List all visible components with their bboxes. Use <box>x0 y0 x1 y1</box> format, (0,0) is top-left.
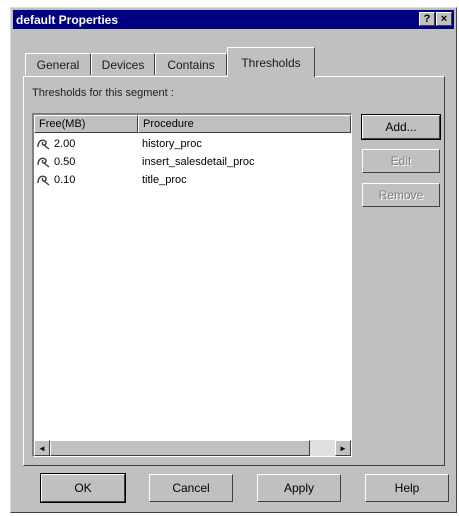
close-icon[interactable]: × <box>436 12 452 26</box>
title-bar: default Properties ? × <box>13 10 454 29</box>
free-value: 2.00 <box>54 138 76 150</box>
scroll-left-icon[interactable]: ◄ <box>34 440 50 456</box>
column-header-procedure[interactable]: Procedure <box>138 115 351 133</box>
tab-thresholds[interactable]: Thresholds <box>227 47 315 77</box>
scrollbar-thumb[interactable] <box>50 440 310 456</box>
thresholds-list[interactable]: Free(MB) Procedure 2.00 history_proc 0.5… <box>32 113 352 457</box>
trigger-icon <box>37 157 50 168</box>
remove-button[interactable]: Remove <box>362 183 440 207</box>
apply-button[interactable]: Apply <box>257 474 341 502</box>
horizontal-scrollbar[interactable]: ◄ ► <box>34 440 351 456</box>
procedure-name: insert_salesdetail_proc <box>142 156 255 168</box>
scrollbar-track[interactable] <box>310 440 335 456</box>
help-button[interactable]: Help <box>365 474 449 502</box>
add-button[interactable]: Add... <box>361 114 441 140</box>
column-header-free[interactable]: Free(MB) <box>34 115 138 133</box>
window-title: default Properties <box>16 12 119 27</box>
segment-label: Thresholds for this segment : <box>32 87 174 99</box>
tab-contains[interactable]: Contains <box>155 53 227 75</box>
scroll-right-icon[interactable]: ► <box>335 440 351 456</box>
free-value: 0.50 <box>54 156 76 168</box>
ok-button[interactable]: OK <box>40 473 126 503</box>
trigger-icon <box>37 175 50 186</box>
procedure-name: history_proc <box>142 138 202 150</box>
trigger-icon <box>37 139 50 150</box>
table-row[interactable]: 2.00 history_proc <box>34 135 351 153</box>
list-header: Free(MB) Procedure <box>34 115 351 133</box>
table-row[interactable]: 0.10 title_proc <box>34 171 351 189</box>
tab-general[interactable]: General <box>25 53 91 75</box>
procedure-name: title_proc <box>142 174 187 186</box>
thresholds-panel: Thresholds for this segment : Free(MB) P… <box>23 76 445 466</box>
cancel-button[interactable]: Cancel <box>149 474 233 502</box>
edit-button[interactable]: Edit <box>362 149 440 173</box>
table-row[interactable]: 0.50 insert_salesdetail_proc <box>34 153 351 171</box>
properties-dialog: default Properties ? × General Devices C… <box>10 7 457 513</box>
tab-devices[interactable]: Devices <box>91 53 155 75</box>
help-icon[interactable]: ? <box>419 12 435 26</box>
free-value: 0.10 <box>54 174 76 186</box>
